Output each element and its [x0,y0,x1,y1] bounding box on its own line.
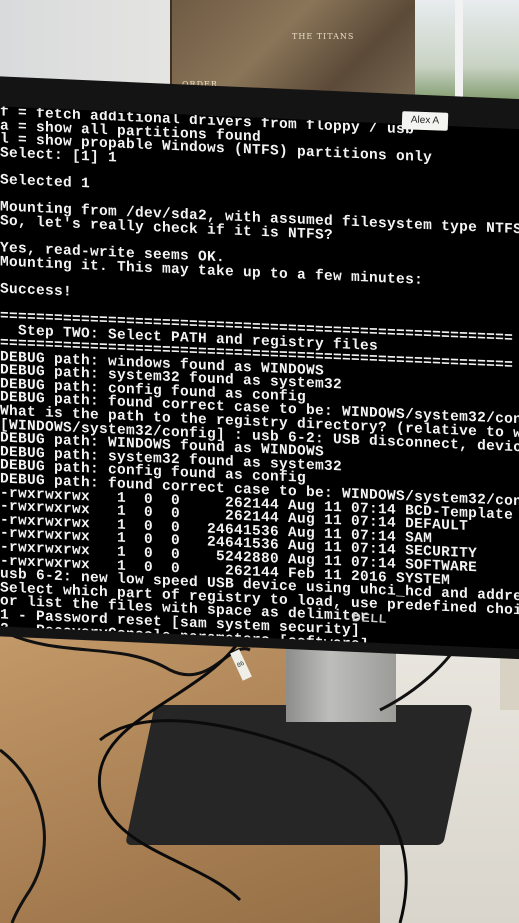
window-frame [455,0,463,110]
terminal-screen: f = fetch additional drivers from floppy… [0,106,519,651]
dell-logo: DELL [351,610,388,626]
monitor: f = fetch additional drivers from floppy… [0,76,519,660]
terminal-output: f = fetch additional drivers from floppy… [0,106,519,650]
name-label: Alex A [401,111,449,131]
terminal-line: Success! [0,281,73,301]
terminal-line: Selected 1 [0,172,91,193]
window [415,0,519,110]
poster-word: THE TITANS [292,32,355,41]
